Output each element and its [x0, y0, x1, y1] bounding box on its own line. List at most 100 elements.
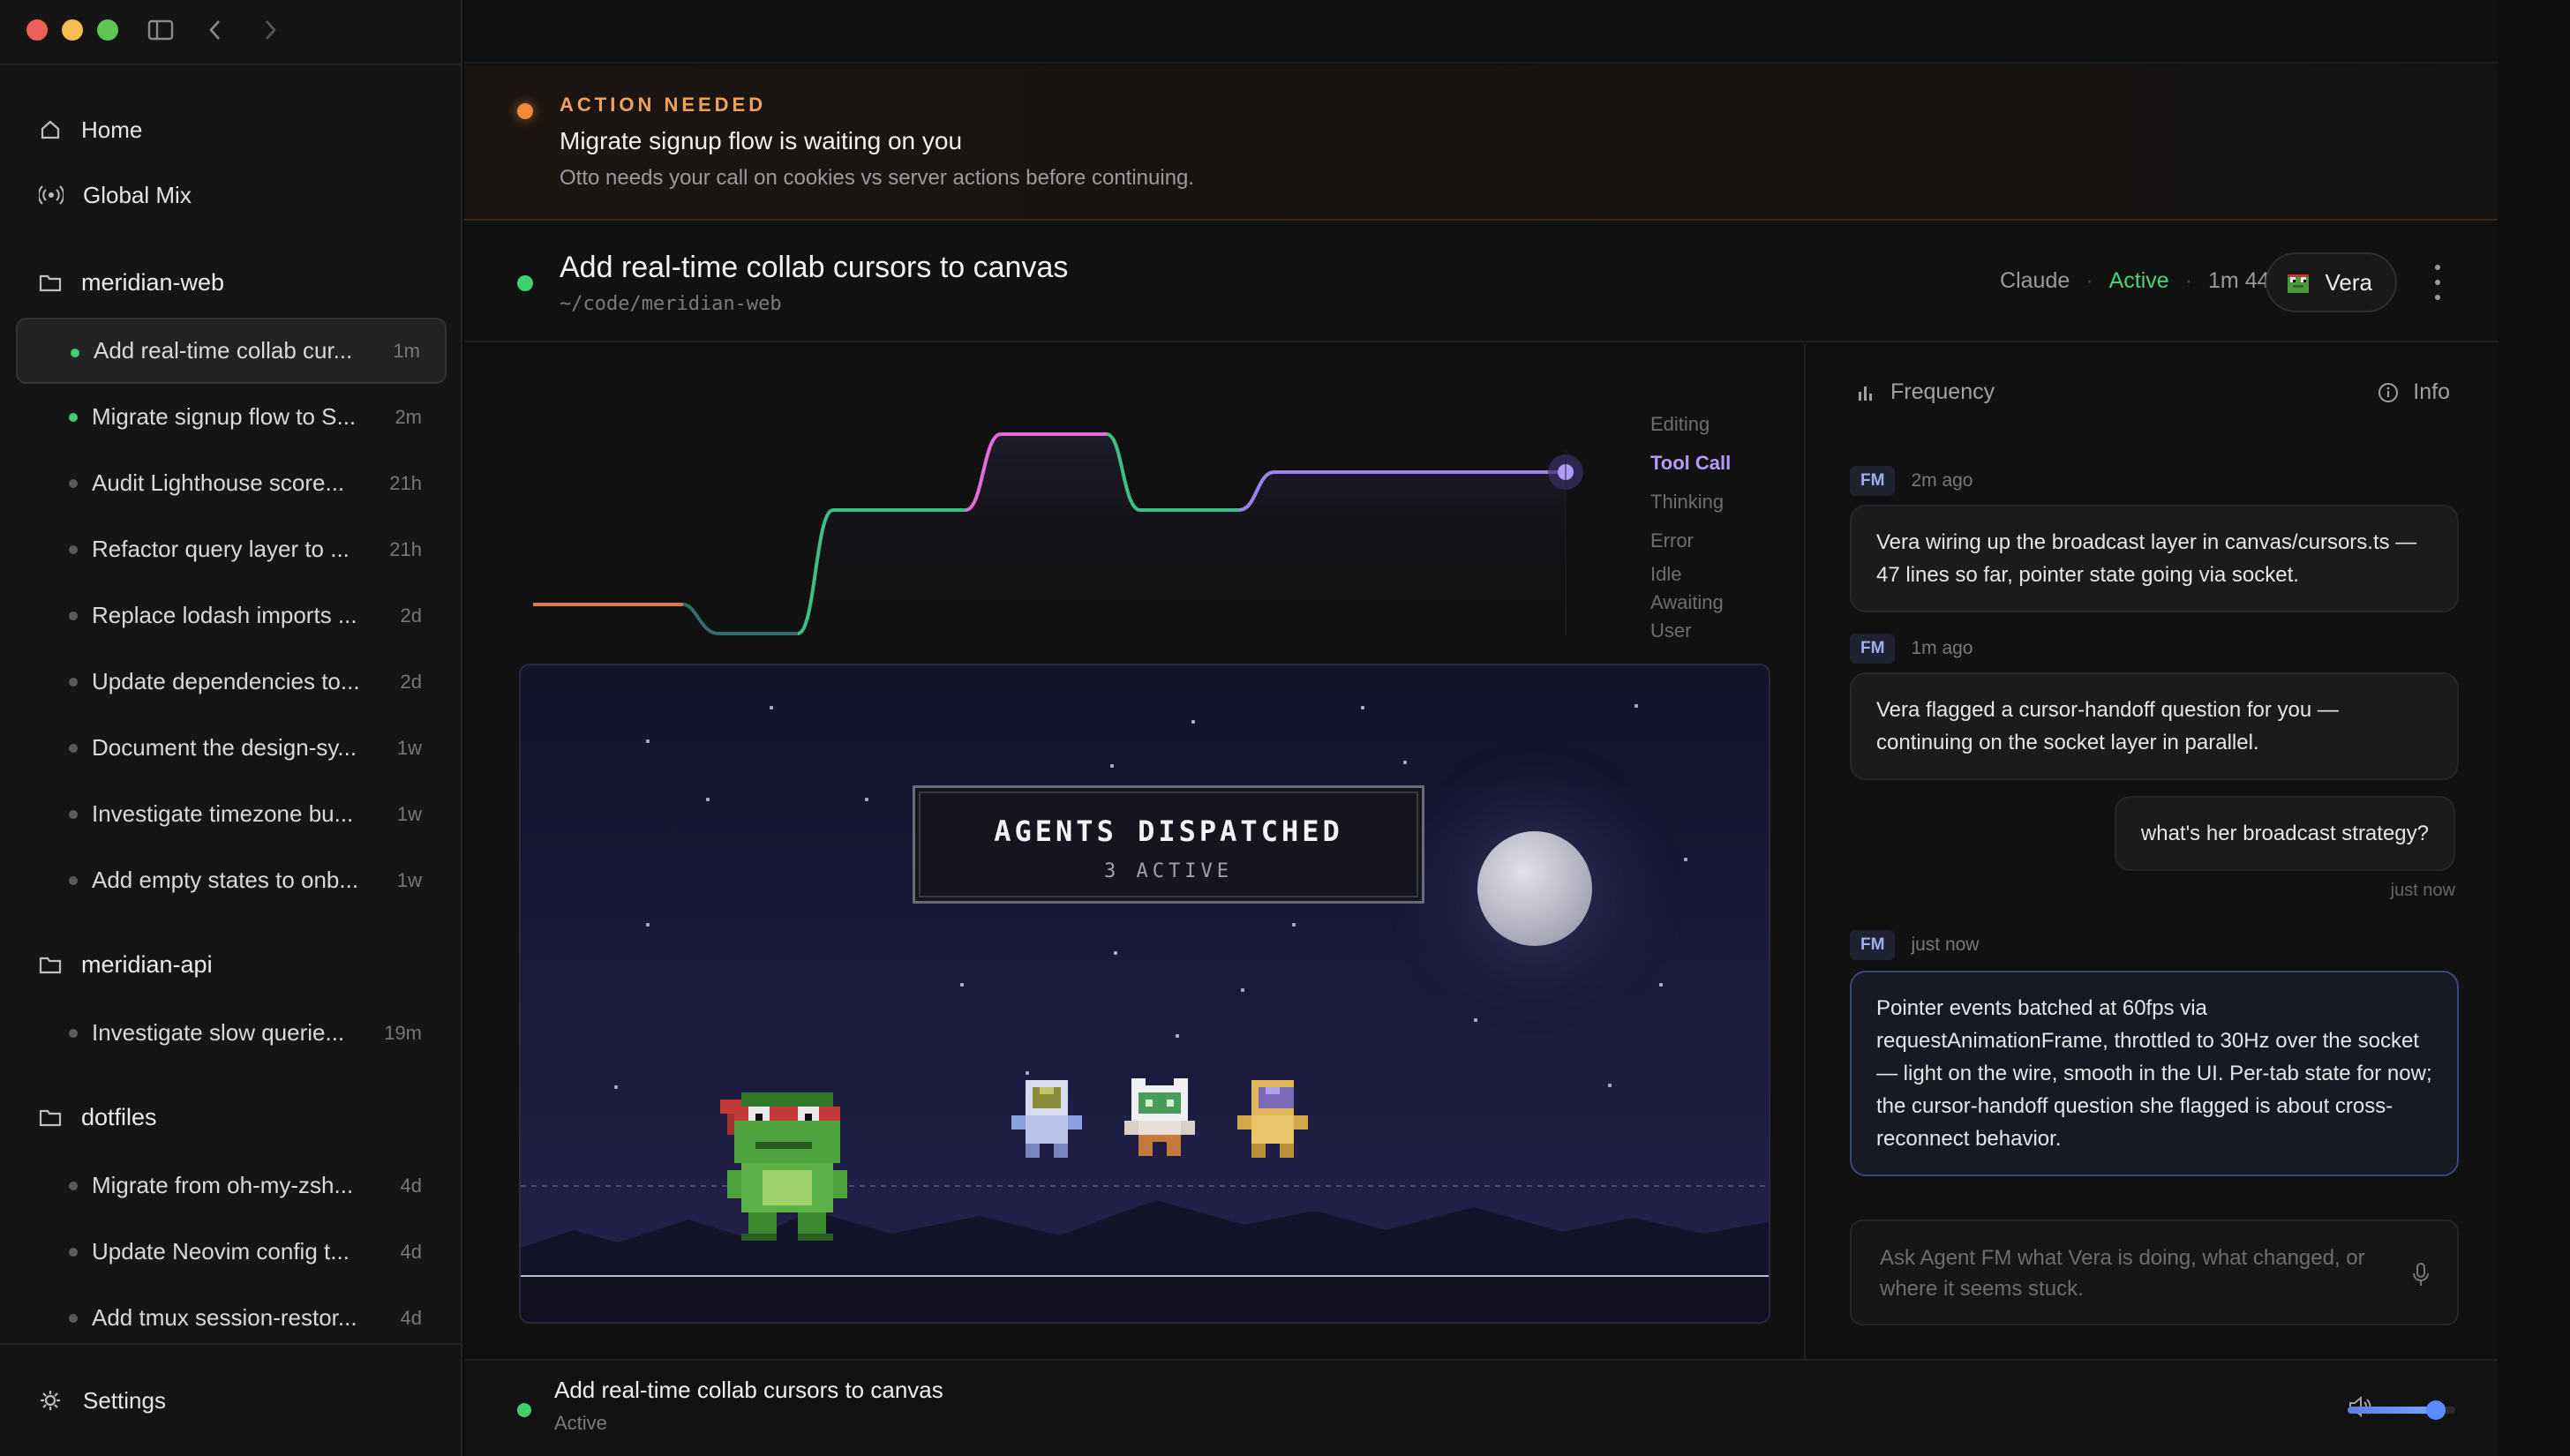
session-path: ~/code/meridian-web	[560, 293, 782, 315]
info-label: Info	[2413, 379, 2450, 404]
info-icon	[2378, 382, 2399, 402]
session-age: 21h	[389, 471, 422, 494]
volume-slider[interactable]	[2348, 1400, 2455, 1420]
session-item[interactable]: Add tmux session-restor... 4d	[16, 1285, 447, 1351]
project-name: meridian-api	[81, 950, 213, 978]
zoom-window-button[interactable]	[97, 19, 118, 41]
gear-icon	[41, 1391, 60, 1410]
session-label: Refactor query layer to ...	[92, 536, 349, 562]
dispatch-title: AGENTS DISPATCHED	[994, 814, 1343, 848]
status-dot	[69, 612, 78, 620]
folder-icon	[39, 1109, 62, 1127]
now-playing-status: Active	[554, 1412, 607, 1434]
session-label: Migrate from oh-my-zsh...	[92, 1172, 354, 1198]
minimize-window-button[interactable]	[62, 19, 83, 41]
now-playing-bar: Add real-time collab cursors to canvas A…	[464, 1359, 2498, 1456]
session-item[interactable]: Update Neovim config t... 4d	[16, 1219, 447, 1285]
session-item[interactable]: Audit Lighthouse score... 21h	[16, 450, 447, 516]
agent-fm-badge: FM	[1850, 466, 1896, 496]
session-item[interactable]: Add empty states to onb... 1w	[16, 847, 447, 913]
status-dot	[517, 275, 533, 291]
close-window-button[interactable]	[26, 19, 48, 41]
separator: ·	[2085, 268, 2093, 293]
session-item[interactable]: Refactor query layer to ... 21h	[16, 516, 447, 582]
status-dot	[69, 744, 78, 753]
status-dot	[69, 810, 78, 819]
session-item[interactable]: Investigate slow querie... 19m	[16, 1000, 447, 1066]
session-age: 2m	[395, 405, 422, 428]
more-options-icon[interactable]	[2431, 265, 2445, 300]
session-label: Replace lodash imports ...	[92, 602, 357, 628]
session-item[interactable]: Investigate timezone bu... 1w	[16, 781, 447, 847]
banner-kicker: ACTION NEEDED	[560, 94, 767, 116]
agent-pill[interactable]: Vera	[2265, 252, 2397, 312]
status-dot	[71, 349, 79, 357]
session-item[interactable]: Migrate signup flow to S... 2m	[16, 384, 447, 450]
session-title: Add real-time collab cursors to canvas	[560, 251, 1069, 284]
session-age: 4d	[400, 1240, 422, 1263]
nav-global-mix-label: Global Mix	[83, 181, 192, 208]
agent-name: Vera	[2325, 268, 2373, 296]
volume-slider-handle[interactable]	[2426, 1400, 2446, 1420]
session-age: 4d	[400, 1174, 422, 1197]
nav-home-label: Home	[81, 116, 143, 143]
project-name: dotfiles	[81, 1103, 157, 1130]
status-dot	[517, 1403, 531, 1417]
cat-agent-sprite	[1124, 1078, 1195, 1156]
settings-button[interactable]: Settings	[0, 1343, 462, 1456]
project-group-meridian-api[interactable]: meridian-api	[0, 929, 462, 1000]
frequency-panel: Frequency Info FM 2m ago Vera wiring up t…	[1804, 344, 2498, 1359]
session-label: Update Neovim config t...	[92, 1238, 349, 1265]
settings-label: Settings	[83, 1386, 166, 1414]
status-dot	[69, 479, 78, 488]
mountains-illustration	[521, 1185, 1769, 1322]
dispatch-count: 3 ACTIVE	[1104, 860, 1233, 882]
moon-illustration	[1477, 831, 1592, 946]
home-icon	[41, 120, 60, 139]
status-dot	[69, 1182, 78, 1190]
session-visual: Editing Tool Call Thinking Error Idle Aw…	[464, 344, 1804, 1359]
ask-agent-input[interactable]: Ask Agent FM what Vera is doing, what ch…	[1850, 1220, 2459, 1325]
banner-title: Migrate signup flow is waiting on you	[560, 127, 963, 154]
session-age: 1m	[393, 339, 420, 362]
project-group-dotfiles[interactable]: dotfiles	[0, 1082, 462, 1152]
project-name: meridian-web	[81, 268, 225, 296]
activity-wave	[533, 432, 1583, 635]
session-item[interactable]: Update dependencies to... 2d	[16, 649, 447, 715]
sidebar-toggle-icon[interactable]	[145, 14, 177, 46]
agents-scene: AGENTS DISPATCHED 3 ACTIVE	[519, 664, 1770, 1324]
frequency-tab[interactable]: Frequency	[1857, 379, 1995, 405]
message-time: just now	[1911, 934, 1980, 955]
forward-icon[interactable]	[254, 14, 286, 46]
info-button[interactable]: Info	[2378, 379, 2450, 405]
frog-agent-sprite	[720, 1092, 847, 1241]
session-item[interactable]: Replace lodash imports ... 2d	[16, 582, 447, 649]
agent-message-latest: Pointer events batched at 60fps via requ…	[1850, 971, 2459, 1176]
activity-timeline: Editing Tool Call Thinking Error Idle Aw…	[533, 371, 1731, 641]
back-icon[interactable]	[199, 14, 231, 46]
session-header: Add real-time collab cursors to canvas ~…	[464, 222, 2498, 342]
nav-global-mix[interactable]: Global Mix	[0, 162, 462, 228]
message-time: 2m ago	[1911, 470, 1973, 491]
nav-home[interactable]: Home	[0, 97, 462, 162]
state-label: Error	[1650, 529, 1694, 552]
banner-subtitle: Otto needs your call on cookies vs serve…	[560, 166, 1195, 190]
alert-dot	[517, 103, 533, 119]
status-dot	[69, 1029, 78, 1038]
message-time: 1m ago	[1911, 638, 1973, 658]
microphone-icon[interactable]	[2411, 1262, 2431, 1288]
session-item[interactable]: Add real-time collab cur... 1m	[16, 318, 447, 384]
ask-agent-placeholder: Ask Agent FM what Vera is doing, what ch…	[1880, 1246, 2365, 1301]
session-label: Add empty states to onb...	[92, 867, 359, 893]
model-name: Claude	[2000, 268, 2070, 293]
dispatch-banner: AGENTS DISPATCHED 3 ACTIVE	[913, 785, 1424, 904]
project-group-meridian-web[interactable]: meridian-web	[0, 247, 462, 318]
session-item[interactable]: Document the design-sy... 1w	[16, 715, 447, 781]
window-titlebar	[464, 0, 2498, 64]
main-area: ACTION NEEDED Migrate signup flow is wai…	[464, 0, 2498, 1456]
session-item[interactable]: Migrate from oh-my-zsh... 4d	[16, 1152, 447, 1219]
action-needed-banner[interactable]: ACTION NEEDED Migrate signup flow is wai…	[464, 65, 2498, 221]
status-dot	[69, 413, 78, 422]
session-label: Document the design-sy...	[92, 734, 357, 761]
status-dot	[69, 678, 78, 687]
